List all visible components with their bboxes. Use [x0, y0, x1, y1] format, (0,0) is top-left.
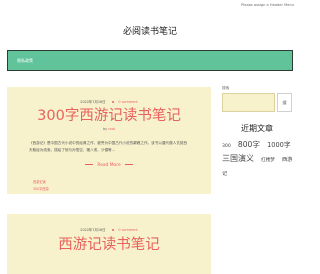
post-tag[interactable]: 300字西游 [33, 186, 49, 191]
read-more[interactable]: Read More [7, 163, 211, 168]
search-label: 搜索 [222, 86, 230, 90]
post-date[interactable]: 2022年7月16日 [80, 228, 105, 232]
comment-icon [111, 100, 115, 104]
main-navbar: 隐私政策 [7, 50, 293, 71]
tag-link[interactable]: 红楼梦 [261, 158, 275, 163]
post-card: 2022年7月16日 0 comment 300字西游记读书笔记 by root… [7, 87, 211, 194]
post-title[interactable]: 300字西游记读书笔记 [7, 104, 211, 125]
site-title[interactable]: 必阅读书笔记 [0, 24, 300, 37]
tag-link[interactable]: 800字 [238, 140, 260, 149]
post-author: by root [7, 127, 211, 131]
tag-link[interactable]: 三国演义 [222, 154, 254, 163]
post-comment-count[interactable]: 0 comment [118, 228, 137, 232]
post-tag[interactable]: 西游记读 [33, 179, 46, 184]
author-link[interactable]: root [108, 127, 115, 131]
divider-line [125, 164, 134, 165]
divider-line [84, 164, 93, 165]
post-excerpt: 《西游记》是中国古代小说中的经典之作，被誉为中国古代小说的巅峰之作。该书以唐代僧… [29, 141, 188, 152]
tag-cloud: 300 800字 1000字 三国演义 红楼梦 西游记 [222, 137, 298, 179]
post-meta: 2022年7月16日 0 comment [7, 227, 211, 232]
search-input[interactable] [222, 93, 275, 112]
post-title[interactable]: 西游记读书笔记 [7, 233, 211, 254]
comment-icon [111, 228, 115, 232]
post-card: 2022年7月16日 0 comment 西游记读书笔记 [7, 214, 211, 274]
author-prefix: by [102, 127, 108, 131]
read-more-label[interactable]: Read More [97, 163, 120, 168]
search-button[interactable]: 搜 [277, 93, 292, 112]
header-menu-notice[interactable]: Please assign a Header Menu [241, 3, 294, 7]
tag-link[interactable]: 1000字 [267, 141, 290, 149]
tag-link[interactable]: 300 [222, 144, 231, 149]
nav-item-privacy[interactable]: 隐私政策 [17, 58, 33, 64]
